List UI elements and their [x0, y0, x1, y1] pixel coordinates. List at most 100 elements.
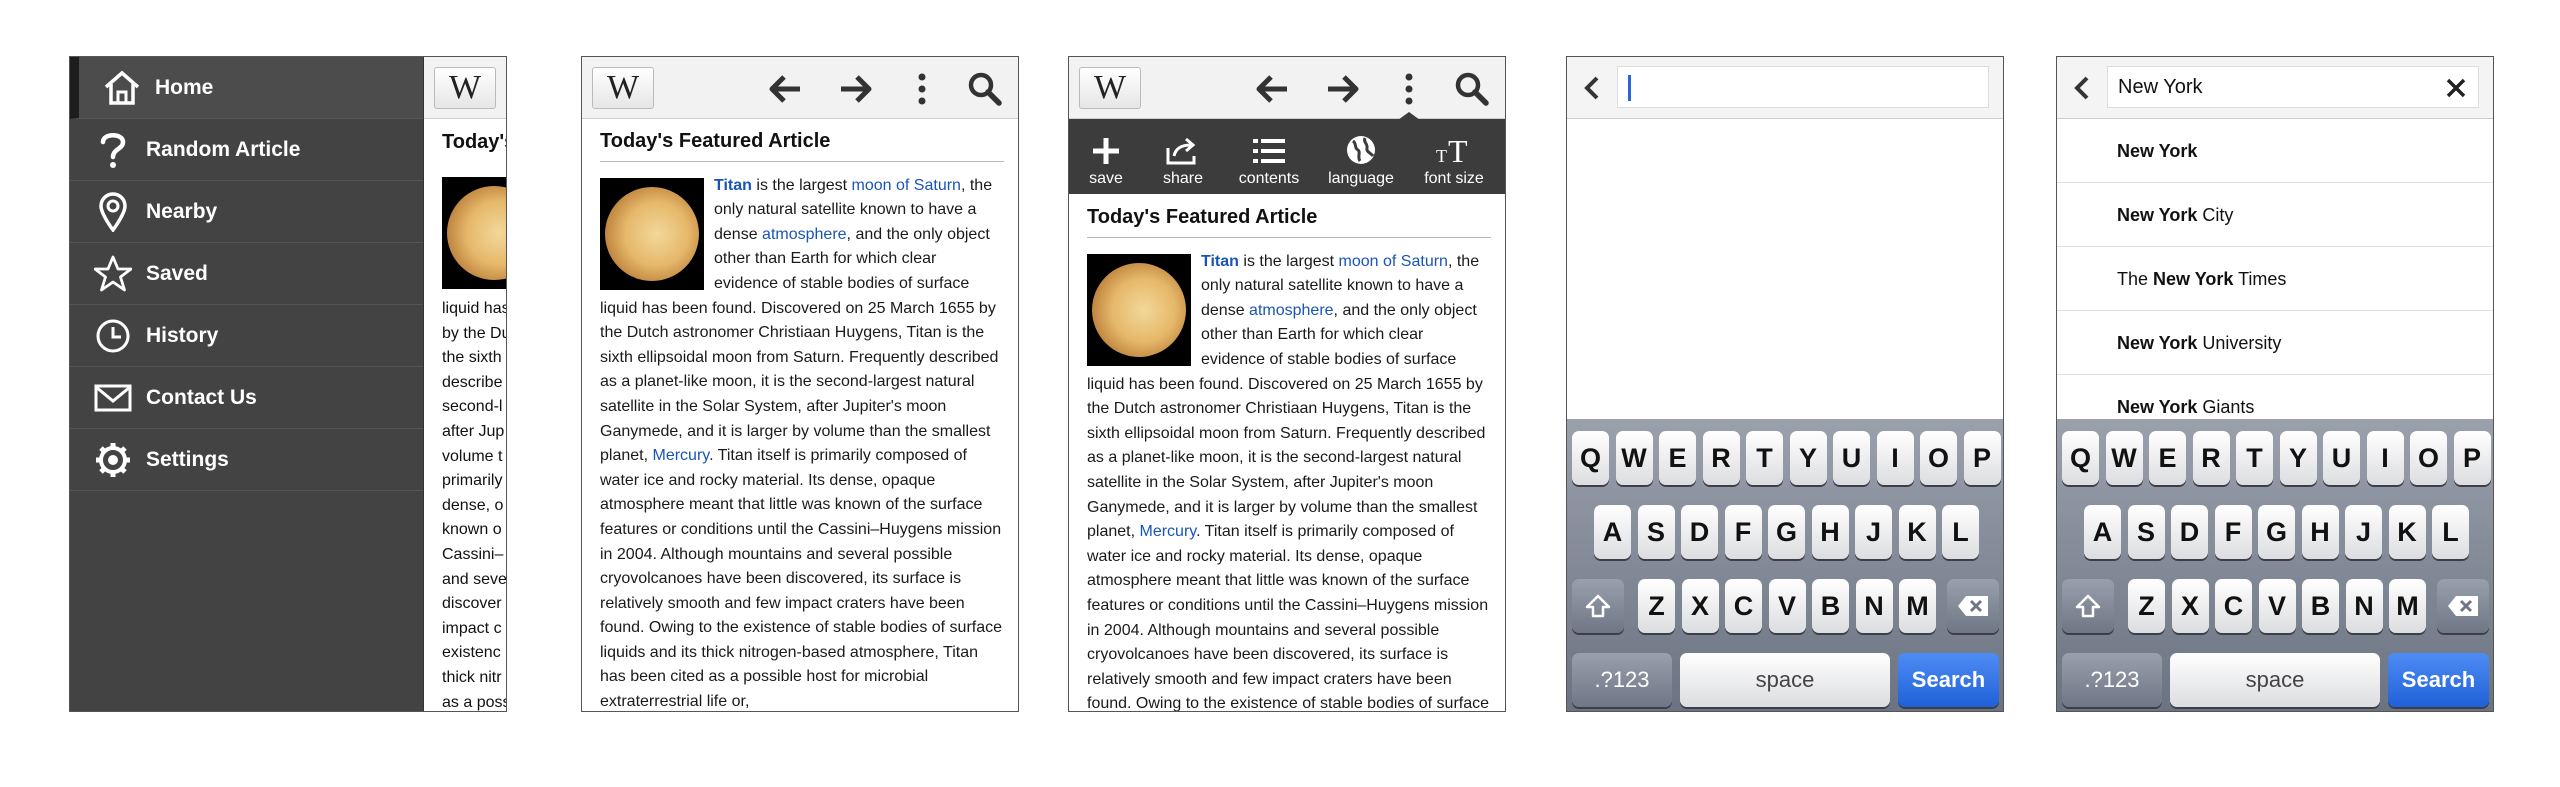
- titan-thumbnail[interactable]: [442, 177, 506, 289]
- key-d[interactable]: D: [2171, 505, 2208, 559]
- key-a[interactable]: A: [2084, 505, 2121, 559]
- wikipedia-logo-button[interactable]: W: [1079, 67, 1141, 109]
- key-r[interactable]: R: [1702, 431, 1740, 485]
- moon-of-saturn-link[interactable]: moon of Saturn: [852, 177, 961, 194]
- search-icon[interactable]: [966, 71, 1002, 107]
- key-f[interactable]: F: [1724, 505, 1762, 559]
- key-u[interactable]: U: [1833, 431, 1870, 485]
- menu-item-nearby[interactable]: Nearby: [70, 181, 423, 243]
- menu-item-contact-us[interactable]: Contact Us: [70, 367, 423, 429]
- key-v[interactable]: V: [2258, 579, 2296, 633]
- shift-key[interactable]: [2062, 579, 2114, 633]
- key-t[interactable]: T: [2236, 431, 2273, 485]
- titan-link[interactable]: Titan: [714, 177, 752, 194]
- suggestion-item[interactable]: The New York Times: [2057, 247, 2493, 311]
- key-p[interactable]: P: [1963, 431, 2001, 485]
- search-input[interactable]: [1617, 66, 1989, 108]
- key-a[interactable]: A: [1594, 505, 1631, 559]
- key-c[interactable]: C: [1725, 579, 1762, 633]
- key-v[interactable]: V: [1768, 579, 1806, 633]
- key-g[interactable]: G: [2258, 505, 2295, 559]
- more-options-icon[interactable]: [1391, 71, 1427, 107]
- key-m[interactable]: M: [2389, 579, 2426, 633]
- backspace-key[interactable]: [1947, 579, 1999, 633]
- suggestion-item[interactable]: New York: [2057, 119, 2493, 183]
- key-x[interactable]: X: [2171, 579, 2209, 633]
- key-n[interactable]: N: [1855, 579, 1893, 633]
- key-s[interactable]: S: [2127, 505, 2165, 559]
- key-g[interactable]: G: [1768, 505, 1805, 559]
- key-j[interactable]: J: [1855, 505, 1892, 559]
- titan-thumbnail[interactable]: [1087, 253, 1191, 366]
- key-i[interactable]: I: [2366, 431, 2404, 485]
- contents-action-button[interactable]: contents: [1229, 119, 1309, 194]
- space-key[interactable]: space: [1680, 653, 1890, 707]
- key-h[interactable]: H: [2301, 505, 2339, 559]
- key-q[interactable]: Q: [2062, 431, 2099, 485]
- key-l[interactable]: L: [2432, 505, 2469, 559]
- key-x[interactable]: X: [1681, 579, 1719, 633]
- key-k[interactable]: K: [2388, 505, 2426, 559]
- key-i[interactable]: I: [1876, 431, 1914, 485]
- key-b[interactable]: B: [1812, 579, 1849, 633]
- chevron-left-icon[interactable]: [1581, 75, 1603, 101]
- backspace-key[interactable]: [2437, 579, 2489, 633]
- key-w[interactable]: W: [1615, 431, 1653, 485]
- key-n[interactable]: N: [2345, 579, 2383, 633]
- menu-item-random-article[interactable]: Random Article: [70, 119, 423, 181]
- key-c[interactable]: C: [2215, 579, 2252, 633]
- key-y[interactable]: Y: [1789, 431, 1827, 485]
- menu-item-settings[interactable]: Settings: [70, 429, 423, 491]
- save-action-button[interactable]: save: [1081, 119, 1131, 194]
- atmosphere-link[interactable]: atmosphere: [1249, 302, 1334, 319]
- mercury-link[interactable]: Mercury: [652, 447, 709, 464]
- moon-of-saturn-link[interactable]: moon of Saturn: [1339, 253, 1448, 270]
- search-key[interactable]: Search: [2388, 653, 2489, 707]
- key-w[interactable]: W: [2105, 431, 2143, 485]
- wikipedia-logo-button[interactable]: W: [592, 67, 654, 109]
- key-l[interactable]: L: [1942, 505, 1979, 559]
- key-u[interactable]: U: [2323, 431, 2360, 485]
- font-size-action-button[interactable]: TT font size: [1414, 119, 1494, 194]
- key-y[interactable]: Y: [2279, 431, 2317, 485]
- space-key[interactable]: space: [2170, 653, 2380, 707]
- wikipedia-logo-button[interactable]: W: [434, 67, 496, 109]
- search-input[interactable]: New York: [2107, 66, 2479, 108]
- key-o[interactable]: O: [2410, 431, 2447, 485]
- key-q[interactable]: Q: [1572, 431, 1609, 485]
- numbers-key[interactable]: .?123: [1572, 653, 1672, 707]
- titan-link[interactable]: Titan: [1201, 253, 1239, 270]
- chevron-left-icon[interactable]: [2071, 75, 2093, 101]
- back-arrow-icon[interactable]: [768, 71, 804, 107]
- menu-item-history[interactable]: History: [70, 305, 423, 367]
- atmosphere-link[interactable]: atmosphere: [762, 226, 847, 243]
- key-t[interactable]: T: [1746, 431, 1783, 485]
- suggestion-item[interactable]: New York City: [2057, 183, 2493, 247]
- search-key[interactable]: Search: [1898, 653, 1999, 707]
- key-b[interactable]: B: [2302, 579, 2339, 633]
- key-d[interactable]: D: [1681, 505, 1718, 559]
- forward-arrow-icon[interactable]: [1324, 71, 1360, 107]
- key-z[interactable]: Z: [1638, 579, 1675, 633]
- share-action-button[interactable]: share: [1153, 119, 1213, 194]
- key-k[interactable]: K: [1898, 505, 1936, 559]
- menu-item-home[interactable]: Home: [70, 57, 423, 119]
- mercury-link[interactable]: Mercury: [1139, 523, 1196, 540]
- menu-item-saved[interactable]: Saved: [70, 243, 423, 305]
- key-z[interactable]: Z: [2128, 579, 2165, 633]
- back-arrow-icon[interactable]: [1255, 71, 1291, 107]
- language-action-button[interactable]: language: [1321, 119, 1401, 194]
- key-m[interactable]: M: [1899, 579, 1936, 633]
- clear-search-icon[interactable]: [2445, 77, 2467, 99]
- forward-arrow-icon[interactable]: [837, 71, 873, 107]
- key-p[interactable]: P: [2453, 431, 2491, 485]
- key-e[interactable]: E: [2149, 431, 2186, 485]
- key-e[interactable]: E: [1659, 431, 1696, 485]
- titan-thumbnail[interactable]: [600, 177, 704, 290]
- numbers-key[interactable]: .?123: [2062, 653, 2162, 707]
- suggestion-item[interactable]: New York University: [2057, 311, 2493, 375]
- key-f[interactable]: F: [2214, 505, 2252, 559]
- key-h[interactable]: H: [1811, 505, 1849, 559]
- key-o[interactable]: O: [1920, 431, 1957, 485]
- search-icon[interactable]: [1453, 71, 1489, 107]
